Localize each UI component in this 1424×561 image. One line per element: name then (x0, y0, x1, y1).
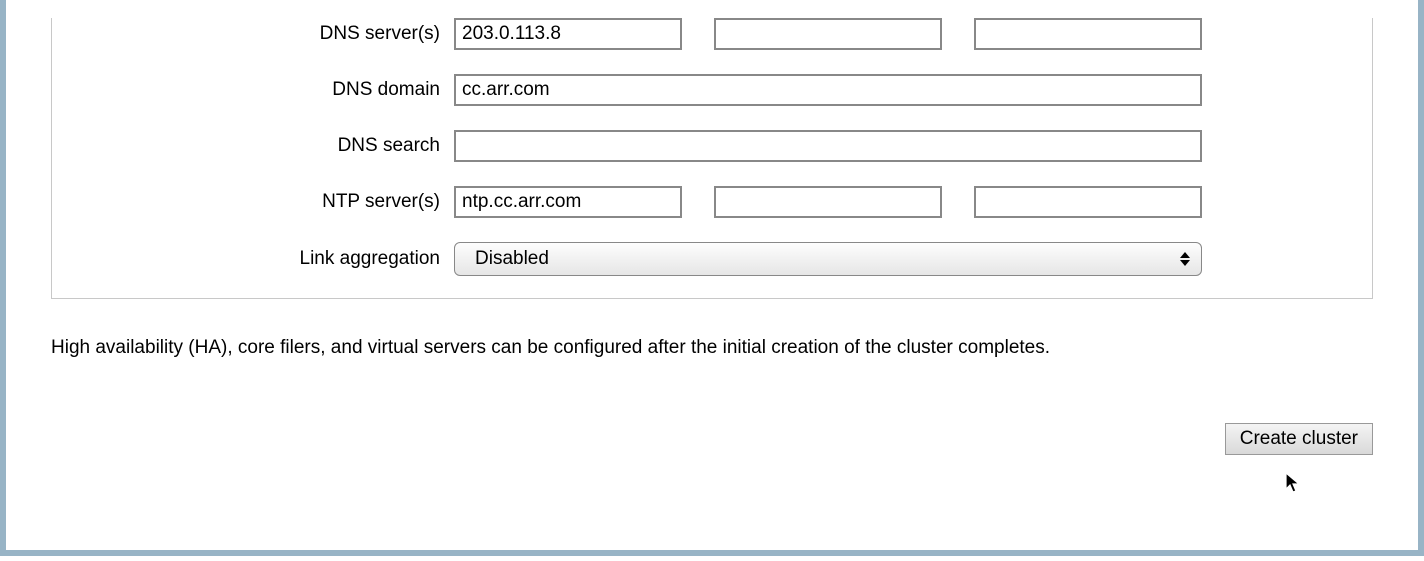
dns-domain-fields (454, 74, 1352, 106)
network-config-panel: DNS server(s) DNS domain DNS search NTP … (51, 18, 1373, 299)
dns-domain-input[interactable] (454, 74, 1202, 106)
post-create-note: High availability (HA), core filers, and… (51, 337, 1418, 359)
ntp-servers-label: NTP server(s) (72, 191, 454, 213)
ntp-server-2-input[interactable] (714, 186, 942, 218)
link-aggregation-select[interactable]: Disabled (454, 242, 1202, 276)
dropdown-caret-icon (1179, 252, 1191, 266)
link-aggregation-selected-value: Disabled (475, 248, 549, 270)
link-aggregation-fields: Disabled (454, 242, 1352, 276)
dns-servers-fields (454, 18, 1352, 50)
link-aggregation-label: Link aggregation (72, 248, 454, 270)
dns-search-fields (454, 130, 1352, 162)
dns-server-3-input[interactable] (974, 18, 1202, 50)
ntp-servers-row: NTP server(s) (72, 186, 1352, 218)
dns-search-row: DNS search (72, 130, 1352, 162)
dns-search-label: DNS search (72, 135, 454, 157)
dns-search-input[interactable] (454, 130, 1202, 162)
ntp-server-3-input[interactable] (974, 186, 1202, 218)
ntp-servers-fields (454, 186, 1352, 218)
dns-server-2-input[interactable] (714, 18, 942, 50)
dns-servers-label: DNS server(s) (72, 23, 454, 45)
mouse-cursor-icon (1285, 472, 1303, 496)
dns-servers-row: DNS server(s) (72, 18, 1352, 50)
link-aggregation-row: Link aggregation Disabled (72, 242, 1352, 276)
dns-domain-label: DNS domain (72, 79, 454, 101)
page-frame: DNS server(s) DNS domain DNS search NTP … (0, 0, 1424, 556)
ntp-server-1-input[interactable] (454, 186, 682, 218)
button-row: Create cluster (6, 423, 1373, 455)
dns-server-1-input[interactable] (454, 18, 682, 50)
dns-domain-row: DNS domain (72, 74, 1352, 106)
create-cluster-button[interactable]: Create cluster (1225, 423, 1373, 455)
